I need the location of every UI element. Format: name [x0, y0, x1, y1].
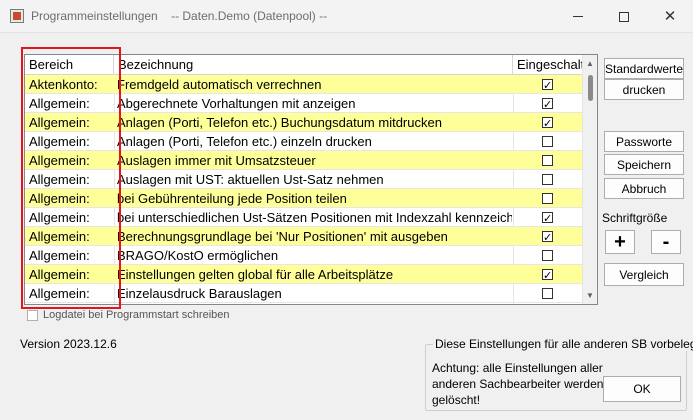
scroll-thumb[interactable] — [588, 75, 593, 101]
cell-eingeschaltet — [513, 189, 582, 208]
cell-bereich: Allgemein: — [29, 286, 90, 301]
table-row[interactable]: Allgemein: Anlagen (Porti, Telefon etc.) … — [25, 132, 582, 151]
enabled-checkbox[interactable] — [542, 267, 553, 284]
ok-button[interactable]: OK — [603, 376, 681, 402]
cell-bezeichnung: Fremdgeld automatisch verrechnen — [117, 77, 322, 92]
column-header-bereich[interactable]: Bereich — [25, 55, 114, 75]
table-row[interactable]: Allgemein: Einzelausdruck Barauslagen — [25, 284, 582, 303]
cell-bereich: Aktenkonto: — [29, 77, 98, 92]
cell-bezeichnung: Einstellungen gelten global für alle Arb… — [117, 267, 394, 282]
font-increase-button[interactable]: + — [605, 230, 635, 254]
abbruch-button[interactable]: Abbruch — [604, 178, 684, 199]
app-icon — [10, 9, 24, 23]
cell-eingeschaltet — [513, 94, 582, 113]
table-row[interactable]: Allgemein: bei Gebührenteilung jede Posit… — [25, 189, 582, 208]
table-row[interactable]: Allgemein: Einstellungen gelten global fü… — [25, 265, 582, 284]
table-row[interactable]: Aktenkonto: Fremdgeld automatisch verrech… — [25, 75, 582, 94]
cell-bezeichnung: Anlagen (Porti, Telefon etc.) einzeln dr… — [117, 134, 372, 149]
enabled-checkbox[interactable] — [542, 96, 553, 113]
column-header-bezeichnung[interactable]: Bezeichnung — [114, 55, 513, 75]
grid-scrollbar[interactable]: ▲ ▼ — [582, 55, 597, 304]
schriftgroesse-label: Schriftgröße — [602, 211, 668, 225]
enabled-checkbox[interactable] — [542, 155, 553, 166]
cell-bezeichnung: Berechnungsgrundlage bei 'Nur Positionen… — [117, 229, 448, 244]
table-row[interactable]: Allgemein: Abgerechnete Vorhaltungen mit … — [25, 94, 582, 113]
enabled-checkbox[interactable] — [542, 174, 553, 185]
table-row[interactable]: Allgemein: Auslagen mit UST: aktuellen Us… — [25, 170, 582, 189]
maximize-icon — [619, 11, 629, 22]
cell-eingeschaltet — [513, 227, 582, 246]
cell-eingeschaltet — [513, 132, 582, 151]
cell-bereich: Allgemein: — [29, 248, 90, 263]
logdatei-checkbox[interactable] — [27, 310, 38, 321]
drucken-button[interactable]: drucken — [604, 79, 684, 100]
close-button[interactable]: ✕ — [647, 0, 693, 33]
enabled-checkbox[interactable] — [542, 77, 553, 94]
enabled-checkbox[interactable] — [542, 250, 553, 261]
cell-bereich: Allgemein: — [29, 229, 90, 244]
enabled-checkbox[interactable] — [542, 210, 553, 227]
title-bar: Programmeinstellungen -- Daten.Demo (Dat… — [0, 0, 693, 33]
vergleich-button[interactable]: Vergleich — [604, 263, 684, 286]
minimize-icon — [573, 16, 583, 17]
enabled-checkbox[interactable] — [542, 229, 553, 246]
cell-bezeichnung: Anlagen (Porti, Telefon etc.) Buchungsda… — [117, 115, 442, 130]
enabled-checkbox[interactable] — [542, 115, 553, 132]
cell-bereich: Allgemein: — [29, 96, 90, 111]
cell-bereich: Allgemein: — [29, 210, 90, 225]
cell-bereich: Allgemein: — [29, 134, 90, 149]
window-title: Programmeinstellungen -- Daten.Demo (Dat… — [31, 9, 328, 23]
version-label: Version 2023.12.6 — [20, 337, 117, 351]
preset-warning-text: Achtung: alle Einstellungen aller andere… — [432, 361, 604, 407]
settings-grid[interactable]: Bereich Bezeichnung Eingeschaltet Aktenk… — [24, 54, 598, 305]
cell-eingeschaltet — [513, 113, 582, 132]
cell-eingeschaltet — [513, 246, 582, 265]
cell-bereich: Allgemein: — [29, 267, 90, 282]
cell-bereich: Allgemein: — [29, 172, 90, 187]
grid-rows: Aktenkonto: Fremdgeld automatisch verrech… — [25, 75, 582, 304]
cell-bezeichnung: bei Gebührenteilung jede Position teilen — [117, 191, 347, 206]
cell-eingeschaltet — [513, 284, 582, 303]
cell-bezeichnung: BRAGO/KostO ermöglichen — [117, 248, 279, 263]
cell-bezeichnung: bei unterschiedlichen Ust-Sätzen Positio… — [117, 210, 512, 225]
maximize-button[interactable] — [601, 0, 647, 33]
cell-eingeschaltet — [513, 170, 582, 189]
cell-bereich: Allgemein: — [29, 115, 90, 130]
logdatei-label: Logdatei bei Programmstart schreiben — [43, 309, 230, 321]
enabled-checkbox[interactable] — [542, 136, 553, 147]
cell-eingeschaltet — [513, 75, 582, 94]
table-row[interactable]: Allgemein: Anlagen (Porti, Telefon etc.) … — [25, 113, 582, 132]
cell-eingeschaltet — [513, 208, 582, 227]
cell-bezeichnung: Einzelausdruck Barauslagen — [117, 286, 282, 301]
table-row[interactable]: Allgemein: bei unterschiedlichen Ust-Sätz… — [25, 208, 582, 227]
table-row[interactable]: Allgemein: BRAGO/KostO ermöglichen — [25, 246, 582, 265]
enabled-checkbox[interactable] — [542, 193, 553, 204]
cell-bezeichnung: Abgerechnete Vorhaltungen mit anzeigen — [117, 96, 356, 111]
table-row[interactable]: Allgemein: Auslagen immer mit Umsatzsteue… — [25, 151, 582, 170]
scroll-up-icon[interactable]: ▲ — [586, 59, 594, 68]
scroll-down-icon[interactable]: ▼ — [586, 291, 594, 300]
enabled-checkbox[interactable] — [542, 288, 553, 299]
table-row[interactable]: Allgemein: Berechnungsgrundlage bei 'Nur … — [25, 227, 582, 246]
cell-bezeichnung: Auslagen mit UST: aktuellen Ust-Satz neh… — [117, 172, 384, 187]
standardwerte-button[interactable]: Standardwerte — [604, 58, 684, 79]
preset-groupbox-legend: Diese Einstellungen für alle anderen SB … — [433, 337, 693, 351]
cell-bezeichnung: Auslagen immer mit Umsatzsteuer — [117, 153, 316, 168]
speichern-button[interactable]: Speichern — [604, 154, 684, 175]
cell-bereich: Allgemein: — [29, 153, 90, 168]
grid-header: Bereich Bezeichnung Eingeschaltet — [25, 55, 582, 75]
cell-eingeschaltet — [513, 265, 582, 284]
cell-eingeschaltet — [513, 151, 582, 170]
close-icon: ✕ — [663, 8, 677, 25]
cell-bereich: Allgemein: — [29, 191, 90, 206]
minimize-button[interactable] — [555, 0, 601, 33]
passworte-button[interactable]: Passworte — [604, 131, 684, 152]
column-header-eingeschaltet[interactable]: Eingeschaltet — [513, 55, 582, 75]
font-decrease-button[interactable]: - — [651, 230, 681, 254]
